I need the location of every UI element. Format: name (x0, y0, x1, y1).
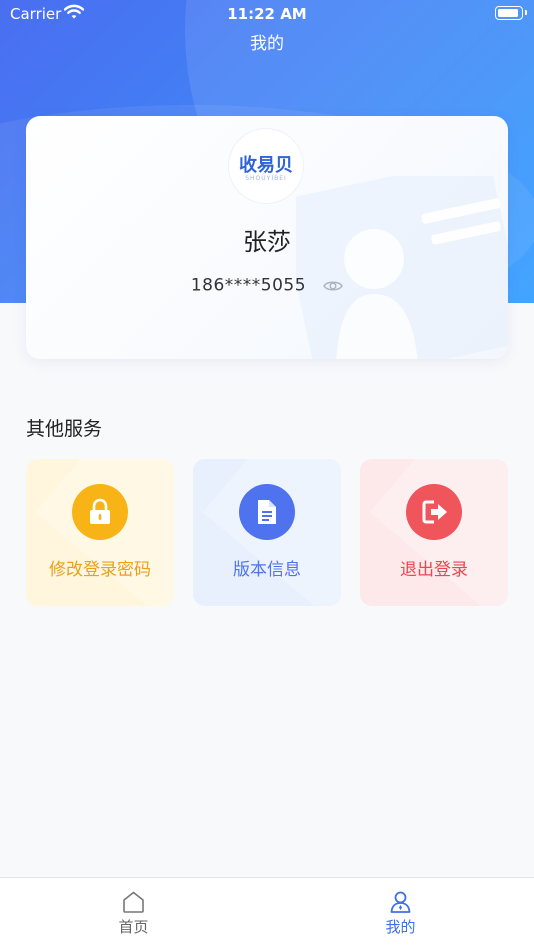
user-name: 张莎 (243, 228, 291, 256)
lock-icon-circle (72, 484, 128, 540)
profile-card: 收易贝 SHOUYIBEI 张莎 186****5055 (26, 116, 508, 359)
document-icon (258, 500, 276, 524)
tab-home-label: 首页 (118, 918, 149, 936)
version-info-button[interactable]: 版本信息 (193, 459, 341, 606)
logout-icon-circle (406, 484, 462, 540)
logout-button[interactable]: 退出登录 (360, 459, 508, 606)
section-title: 其他服务 (26, 418, 103, 440)
eye-icon[interactable] (323, 279, 343, 293)
phone-number: 186****5055 (190, 275, 307, 296)
tab-home[interactable]: 首页 (0, 878, 267, 951)
status-bar: Carrier 11:22 AM (0, 0, 534, 28)
document-icon-circle (239, 484, 295, 540)
logout-icon (422, 500, 447, 524)
tab-mine[interactable]: 我的 (267, 878, 534, 951)
id-card-watermark-icon (296, 176, 508, 359)
logo-subtext: SHOUYIBEI (245, 175, 287, 182)
change-password-label: 修改登录密码 (49, 560, 151, 580)
tab-mine-label: 我的 (385, 918, 416, 936)
tab-bar: 首页 我的 (0, 877, 534, 951)
clock: 11:22 AM (227, 5, 307, 23)
logo-text: 收易贝 (239, 155, 293, 176)
phone-row: 186****5055 (26, 275, 508, 296)
home-icon (123, 891, 144, 913)
version-info-label: 版本信息 (233, 560, 301, 580)
avatar-logo: 收易贝 SHOUYIBEI (229, 129, 303, 203)
change-password-button[interactable]: 修改登录密码 (26, 459, 174, 606)
user-icon (390, 891, 411, 913)
logout-label: 退出登录 (400, 560, 468, 580)
page-title: 我的 (250, 34, 284, 54)
battery-icon (495, 6, 527, 20)
lock-icon (90, 498, 110, 524)
